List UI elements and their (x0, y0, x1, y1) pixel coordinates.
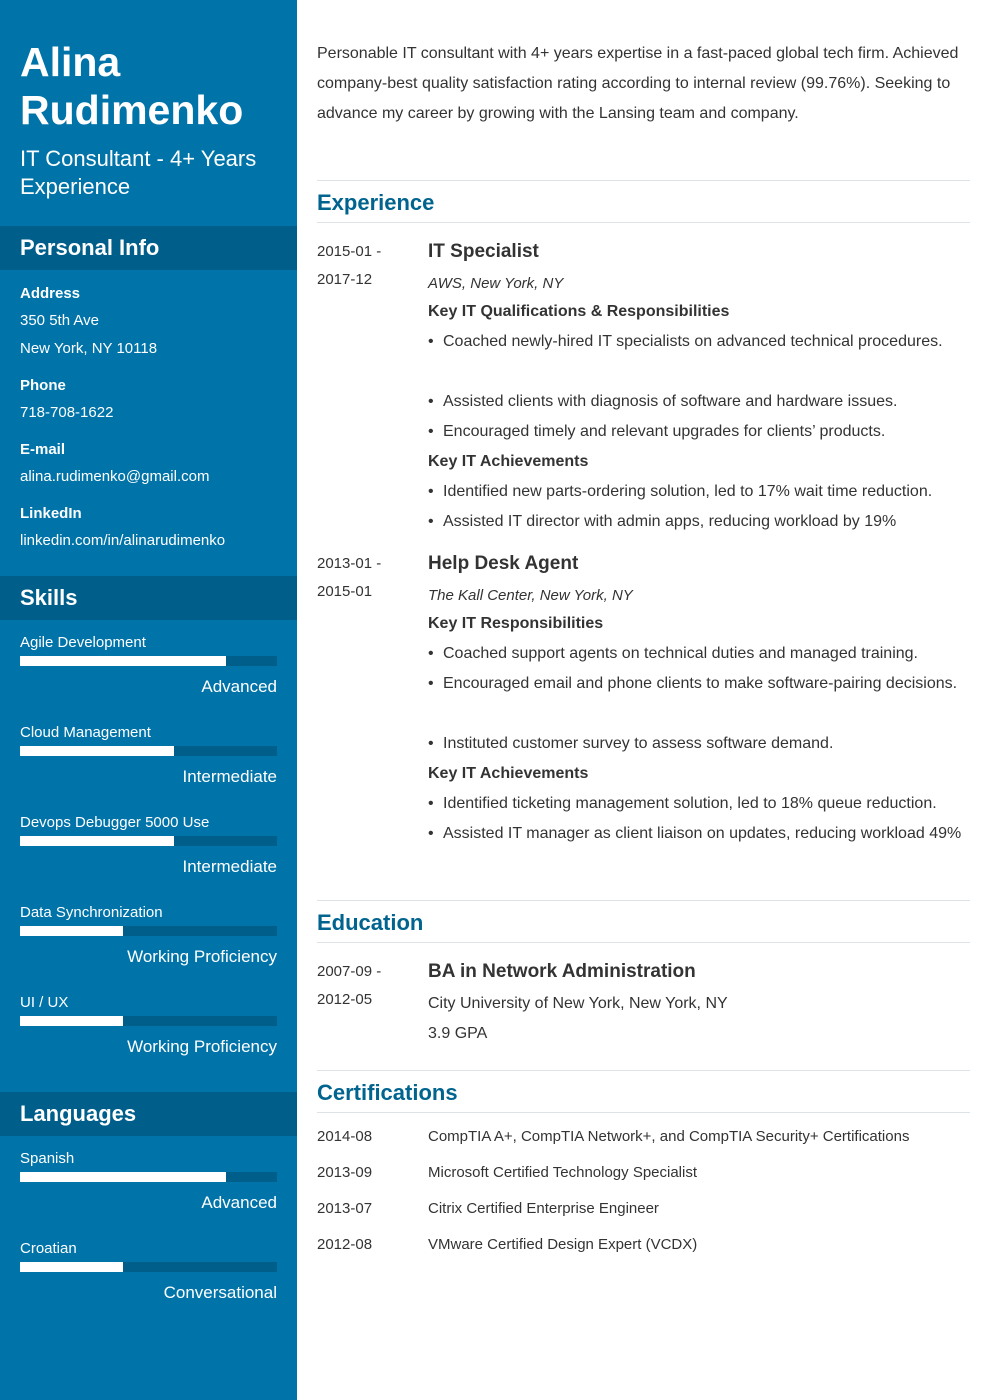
job-date-end: 2017-12 (317, 271, 373, 288)
address-line1: 350 5th Ave (20, 312, 99, 329)
phone-value: 718-708-1622 (20, 404, 114, 421)
skill-level-fill (20, 1016, 123, 1026)
skill-level-fill (20, 746, 175, 756)
candidate-name: Alina Rudimenko (20, 38, 243, 134)
divider (317, 222, 970, 223)
bullet-item: Encouraged email and phone clients to ma… (428, 669, 970, 699)
skills-heading: Skills (0, 576, 297, 620)
achievements-heading: Key IT Achievements (428, 765, 589, 782)
skill-level-label: Conversational (163, 1283, 277, 1302)
skill-level-label: Working Proficiency (127, 947, 277, 966)
job-subtitle: IT Consultant - 4+ Years Experience (20, 146, 257, 199)
skill-level-label: Advanced (201, 677, 277, 696)
cert-date: 2012-08 (317, 1236, 373, 1253)
summary-text: Personable IT consultant with 4+ years e… (317, 45, 959, 122)
skill-level-bar (20, 656, 277, 666)
job-date-start: 2015-01 - (317, 243, 382, 260)
skill-name: Agile Development (20, 634, 146, 651)
skill-name: Spanish (20, 1150, 75, 1167)
edu-date-end: 2012-05 (317, 991, 373, 1008)
skill-level-label: Advanced (201, 1193, 277, 1212)
skill-level-bar (20, 1262, 277, 1272)
name-first: Alina (20, 39, 121, 85)
achievements-heading: Key IT Achievements (428, 453, 589, 470)
skill-name: UI / UX (20, 994, 69, 1011)
linkedin-label: LinkedIn (20, 505, 82, 522)
skill-level-fill (20, 926, 123, 936)
email-label: E-mail (20, 441, 66, 458)
job-date-end: 2015-01 (317, 583, 373, 600)
skill-level-bar (20, 1172, 277, 1182)
cert-date: 2013-07 (317, 1200, 373, 1217)
skill-name: Data Synchronization (20, 904, 163, 921)
job-title: IT Specialist (428, 241, 539, 262)
bullet-item: Coached support agents on technical duti… (428, 639, 970, 669)
divider (317, 1112, 970, 1113)
skill-level-fill (20, 1172, 226, 1182)
job-company: The Kall Center, New York, NY (428, 587, 633, 604)
divider (317, 942, 970, 943)
languages-heading: Languages (0, 1092, 297, 1136)
edu-date-start: 2007-09 - (317, 963, 382, 980)
bullet-item: Identified ticketing management solution… (428, 789, 970, 819)
name-last: Rudimenko (20, 87, 244, 133)
skill-level-fill (20, 836, 175, 846)
skill-level-bar (20, 836, 277, 846)
cert-name: Citrix Certified Enterprise Engineer (428, 1200, 659, 1217)
responsibilities-heading: Key IT Responsibilities (428, 615, 604, 632)
skill-level-label: Intermediate (182, 767, 278, 786)
skill-level-label: Working Proficiency (127, 1037, 277, 1056)
email-link[interactable]: alina.rudimenko@gmail.com (20, 463, 209, 491)
job-date-start: 2013-01 - (317, 555, 382, 572)
job-company: AWS, New York, NY (428, 275, 564, 292)
bullet-item: Assisted IT director with admin apps, re… (428, 507, 970, 537)
skill-level-bar (20, 746, 277, 756)
cert-name: VMware Certified Design Expert (VCDX) (428, 1236, 698, 1253)
bullet-item: Instituted customer survey to assess sof… (428, 729, 970, 759)
cert-name: CompTIA A+, CompTIA Network+, and CompTI… (428, 1128, 910, 1145)
skill-level-bar (20, 1016, 277, 1026)
experience-heading: Experience (317, 190, 435, 215)
cert-name: Microsoft Certified Technology Specialis… (428, 1164, 698, 1181)
skill-level-fill (20, 656, 226, 666)
skill-name: Cloud Management (20, 724, 151, 741)
job-title: Help Desk Agent (428, 553, 579, 574)
bullet-item: Assisted clients with diagnosis of softw… (428, 387, 970, 417)
skill-level-bar (20, 926, 277, 936)
bullet-item: Assisted IT manager as client liaison on… (428, 819, 970, 849)
bullet-item: Encouraged timely and relevant upgrades … (428, 417, 970, 447)
gpa: 3.9 GPA (428, 1025, 488, 1042)
divider (317, 900, 970, 901)
certifications-heading: Certifications (317, 1080, 458, 1105)
skill-level-label: Intermediate (182, 857, 278, 876)
sidebar: Alina Rudimenko IT Consultant - 4+ Years… (0, 0, 297, 1400)
bullet-item: Identified new parts-ordering solution, … (428, 477, 970, 507)
cert-date: 2013-09 (317, 1164, 373, 1181)
skill-level-fill (20, 1262, 123, 1272)
cert-date: 2014-08 (317, 1128, 373, 1145)
skill-name: Croatian (20, 1240, 77, 1257)
bullet-item: Coached newly-hired IT specialists on ad… (428, 327, 970, 357)
responsibilities-heading: Key IT Qualifications & Responsibilities (428, 303, 730, 320)
linkedin-link[interactable]: linkedin.com/in/alinarudimenko (20, 527, 225, 555)
degree-title: BA in Network Administration (428, 961, 696, 982)
personal-info-heading: Personal Info (0, 226, 297, 270)
divider (317, 180, 970, 181)
education-heading: Education (317, 910, 424, 935)
skill-name: Devops Debugger 5000 Use (20, 814, 210, 831)
address-label: Address (20, 285, 81, 302)
phone-label: Phone (20, 377, 66, 394)
divider (317, 1070, 970, 1071)
school-name: City University of New York, New York, N… (428, 995, 728, 1012)
address-line2: New York, NY 10118 (20, 340, 158, 357)
